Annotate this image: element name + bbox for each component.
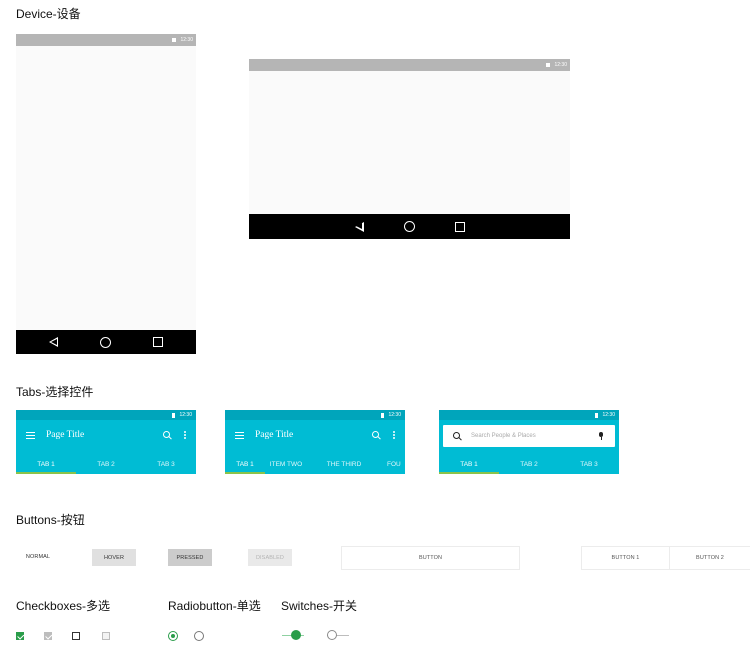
tab-2[interactable]: TAB 2: [76, 454, 136, 474]
navigation-bar: [249, 214, 570, 239]
tabbar-scrollable: 12:30 Page Title TAB 1 ITEM TWO THE THIR…: [225, 410, 405, 474]
tabbar-fixed: 12:30 Page Title TAB 1 TAB 2 TAB 3: [16, 410, 196, 474]
tab-row: TAB 1 ITEM TWO THE THIRD FOU: [225, 454, 405, 474]
checkbox-checked[interactable]: [16, 632, 24, 640]
search-icon: [453, 432, 461, 440]
tab-1[interactable]: TAB 1: [439, 454, 499, 474]
battery-icon: [172, 412, 176, 418]
tab-1[interactable]: TAB 1: [16, 454, 76, 474]
status-time: 12:30: [180, 37, 193, 43]
search-icon[interactable]: [372, 431, 380, 439]
tab-the-third[interactable]: THE THIRD: [307, 454, 381, 474]
device-landscape: 12:30: [249, 59, 570, 239]
status-bar: 12:30: [225, 410, 405, 420]
radio-selected[interactable]: [168, 631, 178, 641]
button-2[interactable]: BUTTON 2: [669, 546, 750, 570]
status-bar: 12:30: [439, 410, 619, 420]
battery-icon: [546, 63, 551, 67]
home-circle-icon[interactable]: [100, 336, 111, 348]
switch-thumb: [291, 630, 301, 640]
tab-fourth[interactable]: FOU: [381, 454, 405, 474]
normal-button[interactable]: NORMAL: [16, 546, 60, 568]
status-time: 12:30: [602, 412, 615, 418]
checkbox-checked-disabled: [44, 632, 52, 640]
tab-2[interactable]: TAB 2: [499, 454, 559, 474]
search-placeholder: Search People & Places: [471, 433, 536, 439]
switch-thumb: [327, 630, 337, 640]
tabs-section-title: Tabs-选择控件: [16, 385, 94, 399]
tab-1[interactable]: TAB 1: [225, 454, 265, 474]
radio-unselected[interactable]: [194, 631, 204, 641]
battery-icon: [381, 412, 385, 418]
mic-icon[interactable]: [599, 432, 603, 440]
status-time: 12:30: [554, 62, 567, 68]
hover-button[interactable]: HOVER: [92, 549, 136, 566]
full-width-button[interactable]: BUTTON: [341, 546, 520, 570]
hamburger-menu-icon[interactable]: [26, 431, 35, 439]
status-bar: 12:30: [249, 59, 570, 71]
status-time: 12:30: [388, 412, 401, 418]
tab-row: TAB 1 TAB 2 TAB 3: [16, 454, 196, 474]
checkbox-unchecked[interactable]: [72, 632, 80, 640]
search-icon[interactable]: [163, 431, 171, 439]
checkboxes-section-title: Checkboxes-多选: [16, 599, 111, 613]
toolbar: Page Title: [16, 420, 196, 450]
pressed-button[interactable]: PRESSED: [168, 549, 212, 566]
more-vertical-icon[interactable]: [184, 431, 186, 439]
tab-3[interactable]: TAB 3: [559, 454, 619, 474]
tab-item-two[interactable]: ITEM TWO: [265, 454, 307, 474]
battery-icon: [595, 412, 599, 418]
battery-icon: [172, 38, 177, 42]
status-bar: 12:30: [16, 410, 196, 420]
disabled-button: DISABLED: [248, 549, 292, 566]
page-title: Page Title: [46, 430, 85, 440]
device-portrait: 12:30: [16, 34, 196, 354]
radiobutton-section-title: Radiobutton-单选: [168, 599, 261, 613]
switch-off[interactable]: [327, 630, 349, 640]
device-section-title: Device-设备: [16, 7, 81, 21]
tab-row: TAB 1 TAB 2 TAB 3: [439, 454, 619, 474]
recent-square-icon[interactable]: [454, 221, 465, 232]
hamburger-menu-icon[interactable]: [235, 431, 244, 439]
switches-section-title: Switches-开关: [281, 599, 358, 613]
search-box[interactable]: Search People & Places: [443, 425, 615, 447]
tab-3[interactable]: TAB 3: [136, 454, 196, 474]
button-1[interactable]: BUTTON 1: [581, 546, 670, 570]
more-vertical-icon[interactable]: [393, 431, 395, 439]
back-triangle-icon[interactable]: [354, 221, 364, 232]
buttons-section-title: Buttons-按钮: [16, 513, 85, 527]
checkbox-unchecked-disabled: [102, 632, 110, 640]
recent-square-icon[interactable]: [153, 337, 163, 347]
home-circle-icon[interactable]: [403, 221, 415, 232]
status-time: 12:30: [179, 412, 192, 418]
switch-on[interactable]: [282, 630, 304, 640]
back-triangle-icon[interactable]: [49, 337, 58, 347]
page-title: Page Title: [255, 430, 294, 440]
toolbar: Page Title: [225, 420, 405, 450]
navigation-bar: [16, 330, 196, 354]
status-bar: 12:30: [16, 34, 196, 46]
tabbar-search: 12:30 Search People & Places TAB 1 TAB 2…: [439, 410, 619, 474]
